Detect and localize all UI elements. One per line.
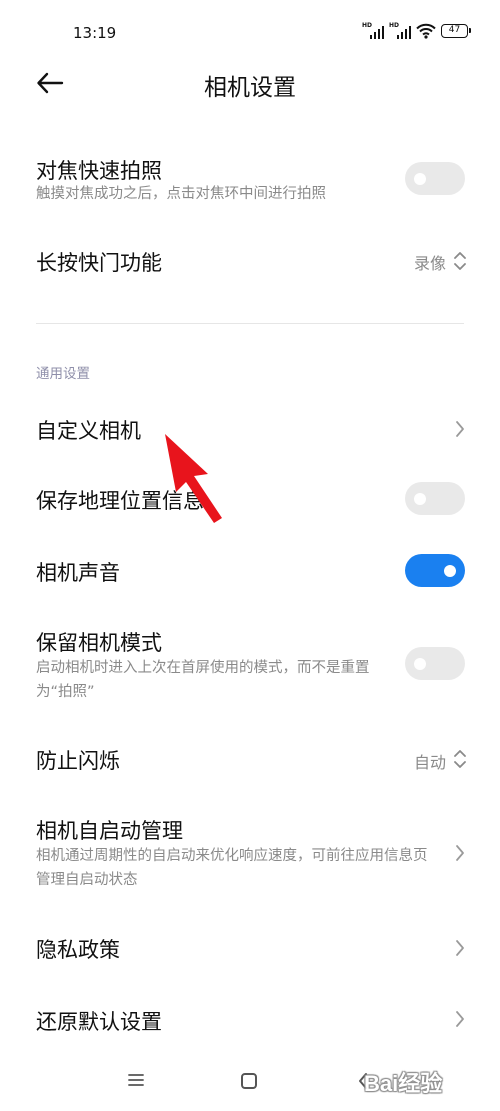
app-header: 相机设置: [0, 58, 500, 108]
setting-save-location[interactable]: 保存地理位置信息: [0, 468, 500, 530]
battery-icon: 47: [441, 24, 471, 38]
save-location-toggle[interactable]: [405, 482, 465, 515]
status-time: 13:19: [73, 24, 117, 42]
setting-title: 还原默认设置: [36, 1010, 162, 1034]
status-icons: HD HD 47: [362, 22, 471, 39]
divider: [36, 323, 464, 324]
focus-shoot-toggle[interactable]: [405, 162, 465, 195]
setting-camera-sound[interactable]: 相机声音: [0, 540, 500, 602]
setting-title: 防止闪烁: [36, 749, 120, 773]
setting-value: 自动: [413, 753, 446, 772]
wifi-icon: [416, 23, 436, 39]
signal-icon: HD: [362, 22, 384, 39]
chevron-right-icon: [456, 1011, 464, 1027]
setting-title: 保存地理位置信息: [36, 489, 204, 513]
chevron-up-down-icon: [454, 750, 466, 768]
setting-value: 录像: [413, 254, 446, 273]
setting-subtitle: 触摸对焦成功之后，点击对焦环中间进行拍照: [36, 186, 326, 202]
keep-mode-toggle[interactable]: [405, 647, 465, 680]
setting-privacy-policy[interactable]: 隐私政策: [0, 918, 500, 980]
page-title: 相机设置: [204, 75, 296, 101]
setting-title: 对焦快速拍照: [36, 159, 162, 183]
setting-focus-shoot[interactable]: 对焦快速拍照 触摸对焦成功之后，点击对焦环中间进行拍照: [0, 140, 500, 220]
home-button[interactable]: [241, 1073, 257, 1089]
setting-keep-mode[interactable]: 保留相机模式 启动相机时进入上次在首屏使用的模式，而不是重置为“拍照”: [0, 612, 500, 712]
watermark-text: Bai经验: [364, 1071, 443, 1096]
setting-subtitle: 启动相机时进入上次在首屏使用的模式，而不是重置为“拍照”: [36, 660, 370, 700]
setting-custom-camera[interactable]: 自定义相机: [0, 398, 500, 460]
setting-subtitle: 相机通过周期性的自启动来优化响应速度，可前往应用信息页管理自启动状态: [36, 848, 428, 888]
setting-title: 自定义相机: [36, 419, 141, 443]
menu-icon[interactable]: [126, 1072, 146, 1088]
setting-title: 保留相机模式: [36, 631, 162, 655]
chevron-right-icon: [456, 940, 464, 956]
section-header-general: 通用设置: [36, 366, 90, 382]
signal-icon: HD: [389, 22, 411, 39]
camera-sound-toggle[interactable]: [405, 554, 465, 587]
setting-title: 相机自启动管理: [36, 819, 183, 843]
status-bar: 13:19 HD HD 47: [0, 0, 500, 64]
setting-title: 相机声音: [36, 561, 120, 585]
setting-long-press-shutter[interactable]: 长按快门功能 录像: [0, 232, 500, 292]
watermark-logo: Bai经验: [364, 1064, 482, 1098]
setting-autostart[interactable]: 相机自启动管理 相机通过周期性的自启动来优化响应速度，可前往应用信息页管理自启动…: [0, 805, 500, 905]
chevron-right-icon: [456, 845, 464, 861]
setting-reset-defaults[interactable]: 还原默认设置: [0, 990, 500, 1052]
setting-title: 隐私政策: [36, 938, 120, 962]
chevron-right-icon: [456, 421, 464, 437]
setting-title: 长按快门功能: [36, 251, 162, 275]
setting-anti-flicker[interactable]: 防止闪烁 自动: [0, 728, 500, 790]
chevron-up-down-icon: [454, 252, 466, 270]
